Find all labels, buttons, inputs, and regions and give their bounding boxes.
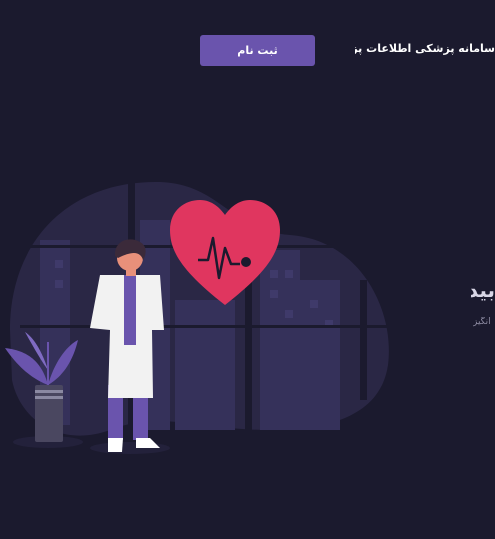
signup-button[interactable]: ثبت نام bbox=[200, 35, 315, 66]
hero-title: بید bbox=[471, 278, 495, 302]
signup-button-label: ثبت نام bbox=[237, 44, 278, 57]
landing-page: ثبت نام سامانه پزشکی اطلاعات پزشکی کرونا… bbox=[0, 0, 495, 539]
site-title: سامانه پزشکی اطلاعات پزشکی کرونا ویروس bbox=[355, 42, 495, 55]
doctor-illustration bbox=[5, 180, 400, 454]
hero-subtitle: انگیز bbox=[473, 317, 491, 327]
